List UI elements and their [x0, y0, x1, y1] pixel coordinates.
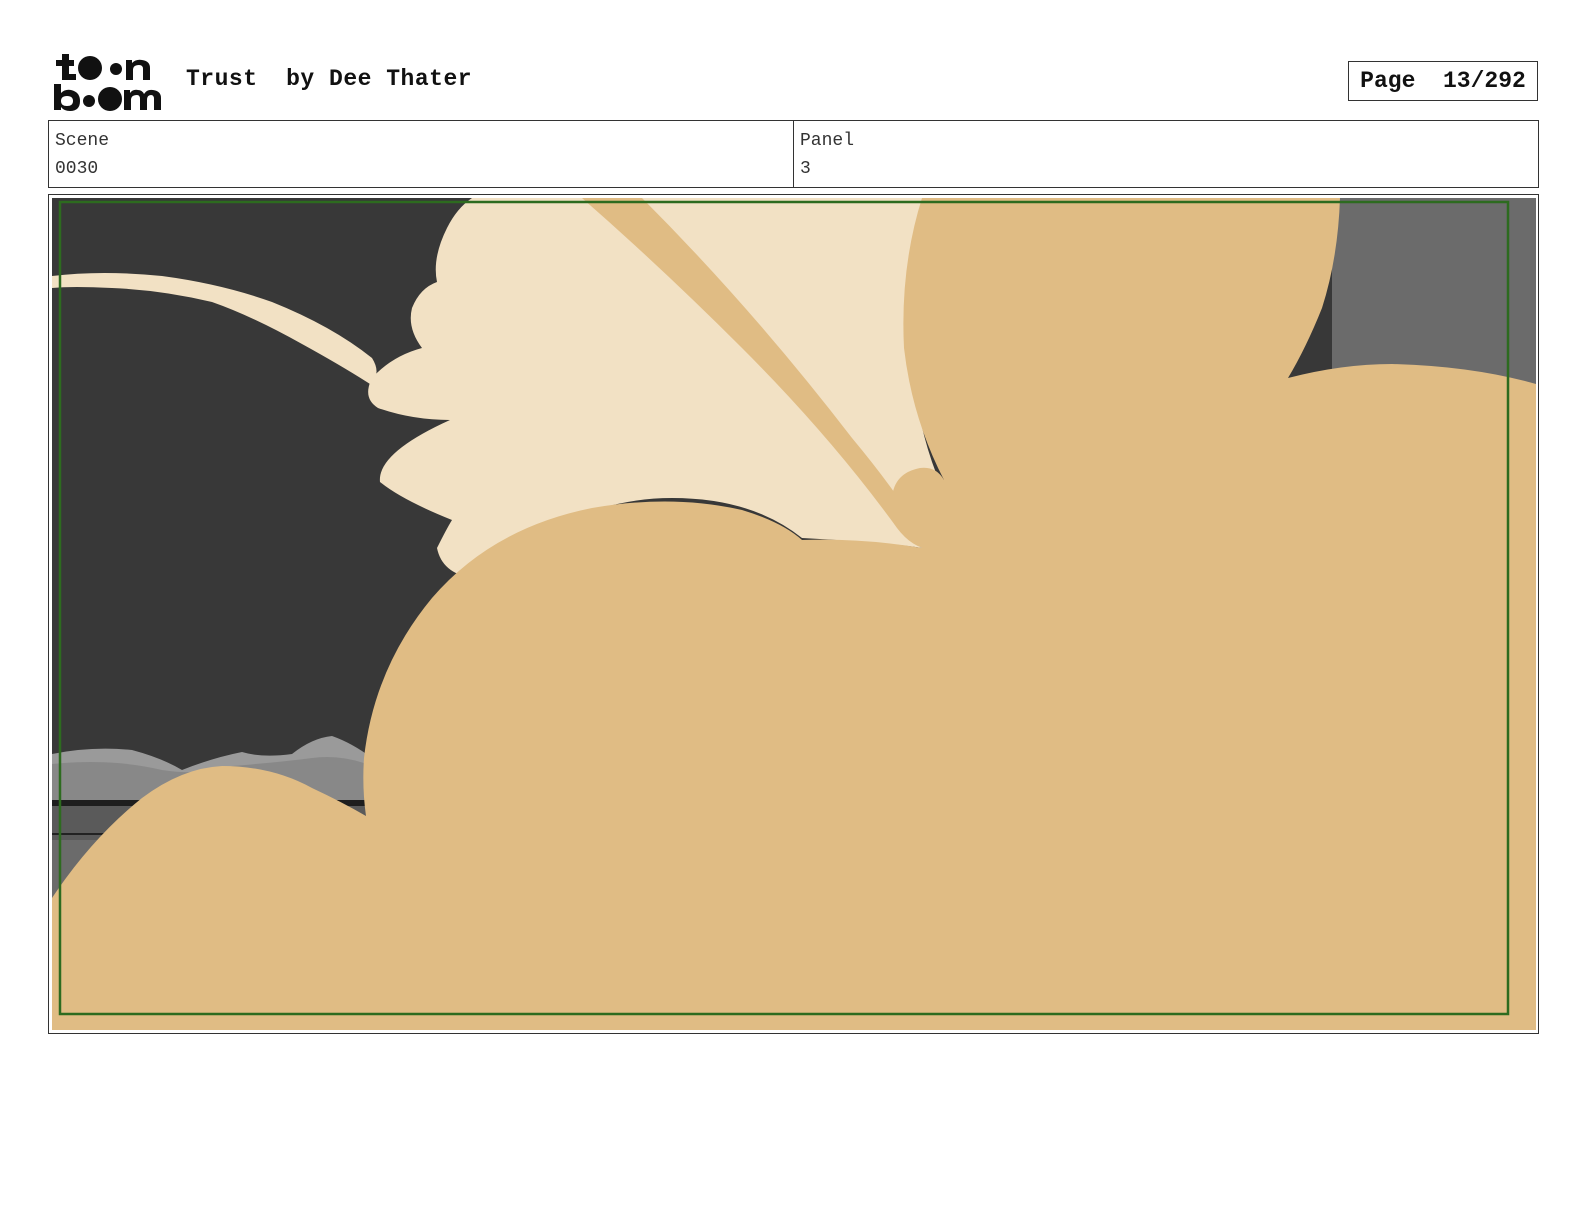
scene-value: 0030 [55, 159, 99, 179]
scene-label: Scene [55, 131, 110, 151]
document-title: Trust by Dee Thater [186, 66, 473, 92]
panel-label: Panel [800, 131, 855, 151]
storyboard-panel-image [52, 198, 1536, 1030]
scene-panel-table: Scene 0030 Panel 3 [48, 120, 1539, 188]
scene-cell: Scene 0030 [49, 121, 793, 187]
panel-cell: Panel 3 [793, 121, 1538, 187]
page-counter: Page 13/292 [1348, 61, 1538, 101]
toonboom-logo [52, 50, 164, 112]
panel-value: 3 [800, 159, 811, 179]
